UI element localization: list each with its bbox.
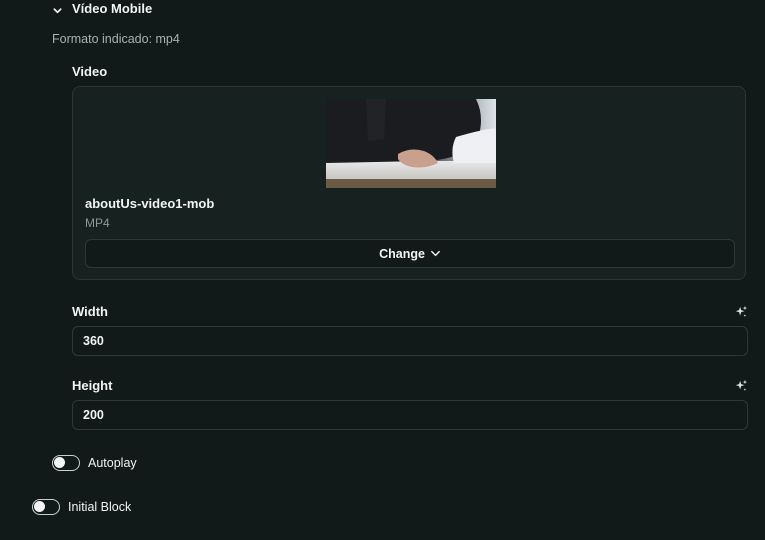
video-label: Video	[72, 64, 108, 79]
autoplay-row: Autoplay	[52, 455, 137, 471]
initial-block-toggle[interactable]	[32, 499, 60, 515]
chevron-down-icon	[430, 248, 441, 259]
height-input[interactable]	[72, 400, 748, 430]
initial-block-label: Initial Block	[68, 500, 132, 514]
video-thumbnail[interactable]	[326, 99, 496, 188]
chevron-down-icon	[52, 3, 63, 14]
video-card: aboutUs-video1-mob MP4 Change	[72, 86, 746, 280]
video-file-name: aboutUs-video1-mob	[85, 196, 215, 211]
height-label: Height	[72, 378, 113, 393]
width-input[interactable]	[72, 326, 748, 356]
change-button-label: Change	[379, 246, 425, 261]
format-hint: Formato indicado: mp4	[52, 32, 180, 46]
sparkle-icon[interactable]	[734, 379, 748, 393]
width-label: Width	[72, 304, 108, 319]
width-field-header: Width	[72, 304, 748, 319]
initial-block-row: Initial Block	[32, 499, 131, 515]
height-field-header: Height	[72, 378, 748, 393]
autoplay-toggle[interactable]	[52, 455, 80, 471]
sparkle-icon[interactable]	[734, 305, 748, 319]
section-header-video-mobile[interactable]: Vídeo Mobile	[52, 0, 152, 16]
change-video-button[interactable]: Change	[85, 239, 735, 268]
video-file-type: MP4	[85, 216, 110, 230]
section-title: Vídeo Mobile	[72, 0, 153, 16]
autoplay-label: Autoplay	[88, 456, 137, 470]
